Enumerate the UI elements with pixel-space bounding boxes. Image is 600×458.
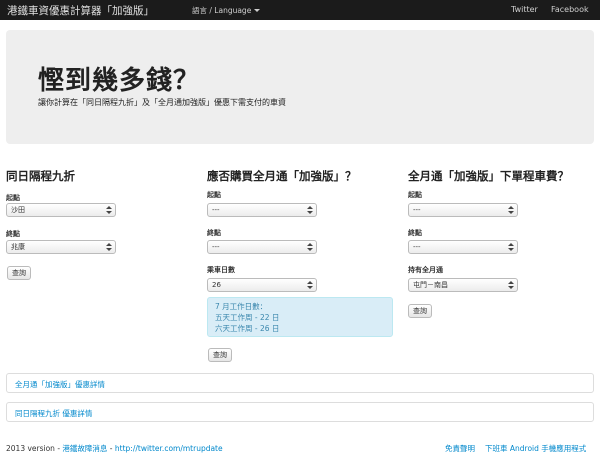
footer-app: 下班車 Android 手機應用程式 (485, 443, 586, 454)
fare-to-select[interactable]: --- (408, 240, 518, 254)
select-arrows-icon (508, 205, 514, 215)
info-line: 六天工作周 - 26 日 (215, 324, 280, 333)
monthly-pass-fare-section: 全月通「加強版」下單程車費？ (408, 168, 594, 184)
version-text: 2013 version - (6, 444, 63, 453)
select-value: 兆康 (11, 243, 25, 251)
select-value: 沙田 (11, 206, 25, 214)
select-arrows-icon (508, 280, 514, 290)
fare-from-select[interactable]: --- (408, 203, 518, 217)
select-value: --- (212, 243, 220, 251)
info-line: 五天工作周 - 22 日 (215, 313, 280, 322)
monthly-query-button[interactable]: 查詢 (208, 348, 232, 362)
sameday-discount-section: 同日隔程九折 (6, 168, 192, 184)
select-arrows-icon (307, 280, 313, 290)
monthly-days-select[interactable]: 26 (207, 278, 317, 292)
android-app-link[interactable]: 下班車 Android 手機應用程式 (485, 444, 586, 453)
language-dropdown[interactable]: 語言 / Language (192, 5, 261, 16)
to-label: 終點 (6, 230, 20, 238)
monthly-details-link[interactable]: 全月通「加強版」優惠詳情 (15, 379, 105, 390)
days-label: 乘車日數 (207, 266, 235, 274)
pass-label: 持有全月通 (408, 266, 443, 274)
from-label: 起點 (408, 191, 422, 199)
app-brand[interactable]: 港鐵車資優惠計算器「加強版」 (7, 3, 154, 18)
section-heading: 應否購買全月通「加強版」？ (207, 169, 357, 183)
select-arrows-icon (508, 242, 514, 252)
monthly-to-select[interactable]: --- (207, 240, 317, 254)
sameday-from-select[interactable]: 沙田 (6, 203, 116, 217)
section-heading: 全月通「加強版」下單程車費？ (408, 169, 569, 183)
sameday-details-link[interactable]: 同日隔程九折 優惠詳情 (15, 408, 92, 419)
hero-title: 慳到幾多錢？ (38, 66, 201, 96)
select-value: 屯門－南昌 (413, 281, 448, 289)
footer-right: 免責聲明 (445, 443, 475, 454)
select-arrows-icon (307, 242, 313, 252)
select-value: --- (413, 243, 421, 251)
from-label: 起點 (6, 194, 20, 202)
hero-subtitle: 讓你計算在「同日隔程九折」及「全月通加強版」優惠下需支付的車資 (38, 98, 286, 107)
working-days-info-box: 7 月工作日數： 五天工作周 - 22 日 六天工作周 - 26 日 (207, 297, 393, 337)
section-heading: 同日隔程九折 (6, 169, 75, 183)
monthly-pass-worth-section: 應否購買全月通「加強版」？ (207, 168, 393, 184)
sameday-to-select[interactable]: 兆康 (6, 240, 116, 254)
fare-pass-select[interactable]: 屯門－南昌 (408, 278, 518, 292)
top-navbar: 港鐵車資優惠計算器「加強版」 語言 / Language Twitter Fac… (0, 0, 600, 20)
fare-query-button[interactable]: 查詢 (408, 304, 432, 318)
info-line: 7 月工作日數： (215, 302, 268, 311)
footer-separator: - (107, 444, 115, 453)
mtr-news-link[interactable]: 港鐵故障消息 (62, 444, 107, 453)
disclaimer-link[interactable]: 免責聲明 (445, 444, 475, 453)
select-value: --- (413, 206, 421, 214)
select-arrows-icon (307, 205, 313, 215)
from-label: 起點 (207, 191, 221, 199)
monthly-details-panel[interactable]: 全月通「加強版」優惠詳情 (6, 373, 594, 393)
to-label: 終點 (207, 229, 221, 237)
caret-down-icon (254, 9, 261, 12)
sameday-details-panel[interactable]: 同日隔程九折 優惠詳情 (6, 402, 594, 422)
language-label: 語言 / Language (192, 6, 252, 15)
monthly-from-select[interactable]: --- (207, 203, 317, 217)
nav-twitter-link[interactable]: Twitter (511, 5, 538, 14)
hero-banner: 慳到幾多錢？ 讓你計算在「同日隔程九折」及「全月通加強版」優惠下需支付的車資 (6, 30, 594, 144)
select-value: 26 (212, 281, 221, 289)
select-value: --- (212, 206, 220, 214)
twitter-url-link[interactable]: http://twitter.com/mtrupdate (115, 444, 223, 453)
select-arrows-icon (106, 242, 112, 252)
select-arrows-icon (106, 205, 112, 215)
sameday-query-button[interactable]: 查詢 (7, 266, 31, 280)
nav-facebook-link[interactable]: Facebook (551, 5, 589, 14)
to-label: 終點 (408, 229, 422, 237)
footer-left: 2013 version - 港鐵故障消息 - http://twitter.c… (6, 443, 223, 454)
